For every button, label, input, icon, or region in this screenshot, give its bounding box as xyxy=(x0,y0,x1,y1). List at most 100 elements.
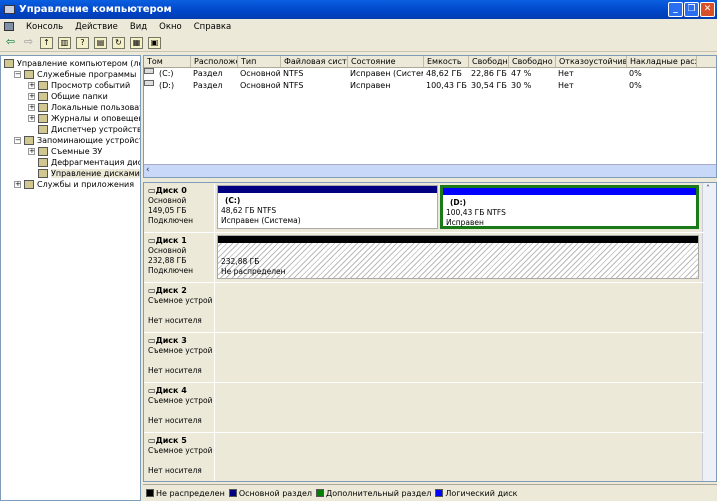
partition-status: Не распределен xyxy=(221,267,286,276)
vertical-scrollbar[interactable]: ˄ xyxy=(702,183,716,481)
tree-item[interactable]: − Служебные программы xyxy=(14,69,136,80)
disk-type: Съемное устрой xyxy=(148,296,213,305)
disk-name: ▭Диск 4 xyxy=(148,386,214,396)
disk-row[interactable]: ▭Диск 0 Основной 149,05 ГБ Подключен (C:) 48,… xyxy=(144,183,704,233)
expander-icon[interactable]: − xyxy=(14,137,21,144)
disk-row[interactable]: ▭Диск 2 Съемное устрой Нет носителя xyxy=(144,283,704,333)
table-cell: 0% xyxy=(629,81,642,90)
partition-size: 232,88 ГБ xyxy=(221,257,260,266)
disk-info[interactable]: ▭Диск 0 Основной 149,05 ГБ Подключен xyxy=(148,186,214,226)
horizontal-scrollbar[interactable]: ‹ xyxy=(144,164,716,177)
export-icon[interactable]: ▦ xyxy=(130,36,143,49)
help-icon[interactable]: ? xyxy=(76,36,89,49)
disk-name: ▭Диск 5 xyxy=(148,436,214,446)
disk-info[interactable]: ▭Диск 4 Съемное устрой Нет носителя xyxy=(148,386,214,426)
disk-type: Съемное устрой xyxy=(148,346,213,355)
table-cell: Нет xyxy=(558,81,574,90)
tree-item[interactable]: + Съемные ЗУ xyxy=(28,146,102,157)
tree-item-label: Съемные ЗУ xyxy=(51,147,103,156)
disk-info[interactable]: ▭Диск 2 Съемное устрой Нет носителя xyxy=(148,286,214,326)
menu-view[interactable]: Вид xyxy=(130,22,147,32)
maximize-button[interactable]: ❐ xyxy=(684,2,699,17)
refresh-icon[interactable]: ↻ xyxy=(112,36,125,49)
tree-item[interactable]: Дефрагментация диска xyxy=(28,157,140,168)
column-header[interactable]: Файловая система xyxy=(281,56,348,67)
disk-row[interactable]: ▭Диск 4 Съемное устрой Нет носителя xyxy=(144,383,704,433)
partition[interactable]: (D:) 100,43 ГБ NTFS Исправен xyxy=(440,185,699,229)
disk-name: ▭Диск 0 xyxy=(148,186,214,196)
volume-list: ТомРасположениеТипФайловая системаСостоя… xyxy=(143,55,717,178)
tree-item[interactable]: Диспетчер устройств xyxy=(28,124,141,135)
menu-bar: Консоль Действие Вид Окно Справка xyxy=(0,19,717,34)
properties-icon[interactable]: ▤ xyxy=(94,36,107,49)
partition[interactable]: (C:) 48,62 ГБ NTFS Исправен (Система) xyxy=(217,185,438,229)
disk-info[interactable]: ▭Диск 3 Съемное устрой Нет носителя xyxy=(148,336,214,376)
disk-info[interactable]: ▭Диск 1 Основной 232,88 ГБ Подключен xyxy=(148,236,214,276)
expander-icon[interactable]: + xyxy=(14,181,21,188)
table-cell: 47 % xyxy=(511,69,532,78)
tree-item[interactable]: Управление компьютером (локаль xyxy=(4,58,140,69)
tree-item-label: Запоминающие устройства xyxy=(37,136,140,145)
expander-icon[interactable]: + xyxy=(28,93,35,100)
column-header[interactable]: Накладные расх xyxy=(627,56,697,67)
tree-item-label: Управление компьютером (локаль xyxy=(17,59,140,68)
table-cell: (D:) xyxy=(159,81,175,90)
expander-icon[interactable]: − xyxy=(14,71,21,78)
disk-name-label: Диск 4 xyxy=(155,386,187,395)
forward-icon[interactable]: ⇨ xyxy=(22,36,35,49)
tree-item[interactable]: Управление дисками xyxy=(28,168,140,179)
column-header[interactable]: Тип xyxy=(238,56,281,67)
disk-name-label: Диск 1 xyxy=(155,236,187,245)
tree-node-icon xyxy=(38,169,48,178)
expander-icon[interactable]: + xyxy=(28,148,35,155)
tree-item[interactable]: + Службы и приложения xyxy=(14,179,134,190)
column-header[interactable]: Том xyxy=(144,56,191,67)
menu-window[interactable]: Окно xyxy=(159,22,182,32)
disk-size: 149,05 ГБ xyxy=(148,206,187,215)
disk-name: ▭Диск 3 xyxy=(148,336,214,346)
table-row[interactable]: (C:) Раздел ОсновнойNTFS Исправен (Система)… xyxy=(144,68,716,80)
menu-action[interactable]: Действие xyxy=(75,22,118,32)
menu-console[interactable]: Консоль xyxy=(26,22,63,32)
up-folder-icon[interactable]: ↑ xyxy=(40,36,53,49)
settings-icon[interactable]: ▣ xyxy=(148,36,161,49)
disk-icon: ▭ xyxy=(148,336,156,345)
legend-item: Основной раздел xyxy=(228,489,312,498)
partition-status: Исправен xyxy=(446,218,484,227)
expander-icon[interactable]: + xyxy=(28,115,35,122)
column-header[interactable]: Емкость xyxy=(424,56,469,67)
tree-item[interactable]: + Журналы и оповещения пр xyxy=(28,113,140,124)
column-header[interactable]: Отказоустойчивость xyxy=(556,56,627,67)
column-header[interactable]: Расположение xyxy=(191,56,238,67)
expander-icon[interactable]: + xyxy=(28,104,35,111)
disk-row[interactable]: ▭Диск 1 Основной 232,88 ГБ Подключен 232,88 … xyxy=(144,233,704,283)
table-cell: Исправен (Система) xyxy=(350,69,423,78)
table-cell: 30 % xyxy=(511,81,532,90)
disk-row[interactable]: ▭Диск 3 Съемное устрой Нет носителя xyxy=(144,333,704,383)
column-header[interactable]: Свободно % xyxy=(509,56,556,67)
back-icon[interactable]: ⇦ xyxy=(4,36,17,49)
menu-help[interactable]: Справка xyxy=(194,22,231,32)
expander-icon[interactable]: + xyxy=(28,82,35,89)
table-row[interactable]: (D:) Раздел Основной NTFS Исправен 100,43 ГБ 3… xyxy=(144,80,716,92)
legend-swatch xyxy=(228,489,237,497)
disk-status: Нет носителя xyxy=(148,416,202,425)
tree-item-label: Диспетчер устройств xyxy=(51,125,141,134)
legend: Не распределен Основной раздел Дополнитель… xyxy=(143,484,717,501)
tree-item[interactable]: + Локальные пользователи xyxy=(28,102,140,113)
tree-item[interactable]: + Просмотр событий xyxy=(28,80,130,91)
tree-item[interactable]: + Общие папки xyxy=(28,91,108,102)
minimize-button[interactable]: _ xyxy=(668,2,683,17)
column-header[interactable]: Состояние xyxy=(348,56,424,67)
partition[interactable]: 232,88 ГБ Не распределен xyxy=(217,235,699,279)
disk-info[interactable]: ▭Диск 5 Съемное устрой Нет носителя xyxy=(148,436,214,476)
disk-name: ▭Диск 2 xyxy=(148,286,214,296)
table-cell: (C:) xyxy=(159,69,174,78)
tree-item[interactable]: − Запоминающие устройства xyxy=(14,135,140,146)
toolbar: ⇦ ⇨ ↑ ▥ ? ▤ ↻ ▦ ▣ xyxy=(0,34,717,52)
show-tree-icon[interactable]: ▥ xyxy=(58,36,71,49)
close-button[interactable]: ✕ xyxy=(700,2,715,17)
disk-map: ˄ ▭Диск 0 Основной 149,05 ГБ Подключен (C:) 4… xyxy=(143,182,717,482)
disk-row[interactable]: ▭Диск 5 Съемное устрой Нет носителя xyxy=(144,433,704,481)
column-header[interactable]: Свободно xyxy=(469,56,509,67)
